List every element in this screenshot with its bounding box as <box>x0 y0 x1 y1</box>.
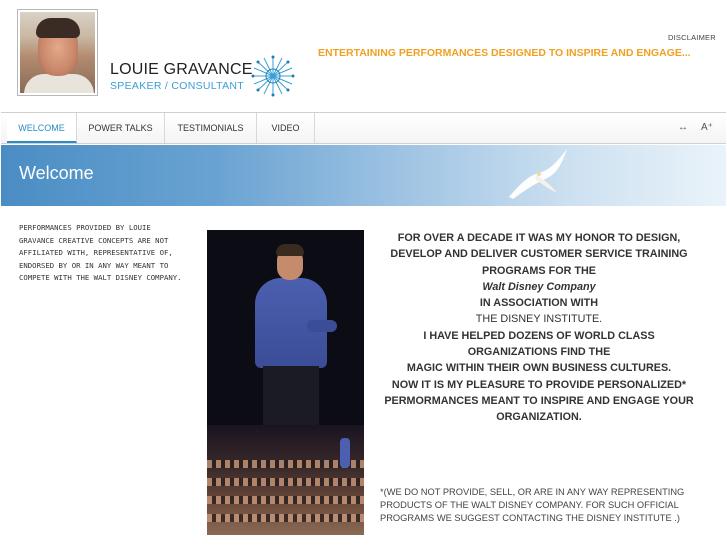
font-size-icon[interactable]: A⁺ <box>701 113 713 143</box>
site-subtitle: SPEAKER / CONSULTANT <box>110 80 244 92</box>
welcome-message: FOR OVER A DECADE IT WAS MY HONOR TO DES… <box>378 230 700 426</box>
message-line: ORGANIZATIONS FIND THE <box>467 346 611 359</box>
star-logo-icon <box>251 55 295 97</box>
nav-item-video[interactable]: VIDEO <box>257 113 315 143</box>
message-line: I HAVE HELPED DOZENS OF WORLD CLASS <box>423 329 655 342</box>
disclaimer-link[interactable]: DISCLAIMER <box>668 33 716 42</box>
message-line-company: Walt Disney Company <box>482 280 596 293</box>
message-line: MAGIC WITHIN THEIR OWN BUSINESS CULTURES… <box>406 362 672 375</box>
seagull-icon <box>509 149 567 199</box>
page-banner: Welcome <box>1 145 726 206</box>
profile-photo <box>17 9 98 96</box>
message-line: DEVELOP AND DELIVER CUSTOMER SERVICE TRA… <box>390 248 688 261</box>
main-nav: WELCOME POWER TALKS TESTIMONIALS VIDEO ↔… <box>1 112 726 144</box>
message-line: IN ASSOCIATION WITH <box>479 297 599 310</box>
affiliation-disclaimer: PERFORMANCES PROVIDED BY LOUIE GRAVANCE … <box>19 223 182 283</box>
nav-item-testimonials[interactable]: TESTIMONIALS <box>165 113 257 143</box>
nav-item-welcome[interactable]: WELCOME <box>7 113 77 143</box>
page-title: Welcome <box>19 163 94 183</box>
site-header: LOUIE GRAVANCE SPEAKER / CONSULTANT ENTE… <box>0 0 727 112</box>
site-title[interactable]: LOUIE GRAVANCE <box>110 61 253 79</box>
tagline: ENTERTAINING PERFORMANCES DESIGNED TO IN… <box>318 47 691 59</box>
message-line: THE DISNEY INSTITUTE. <box>475 313 603 326</box>
expand-icon[interactable]: ↔ <box>678 113 688 143</box>
message-line: ORGANIZATION. <box>496 411 582 424</box>
message-line: NOW IT IS MY PLEASURE TO PROVIDE PERSONA… <box>391 378 687 391</box>
nav-item-power-talks[interactable]: POWER TALKS <box>77 113 165 143</box>
message-line: FOR OVER A DECADE IT WAS MY HONOR TO DES… <box>397 232 681 244</box>
stage-photo <box>207 230 364 535</box>
footnote: *(WE DO NOT PROVIDE, SELL, OR ARE IN ANY… <box>380 487 685 524</box>
message-line: PERMORMANCES MEANT TO INSPIRE AND ENGAGE… <box>384 394 694 407</box>
message-line: PROGRAMS FOR THE <box>482 264 596 277</box>
